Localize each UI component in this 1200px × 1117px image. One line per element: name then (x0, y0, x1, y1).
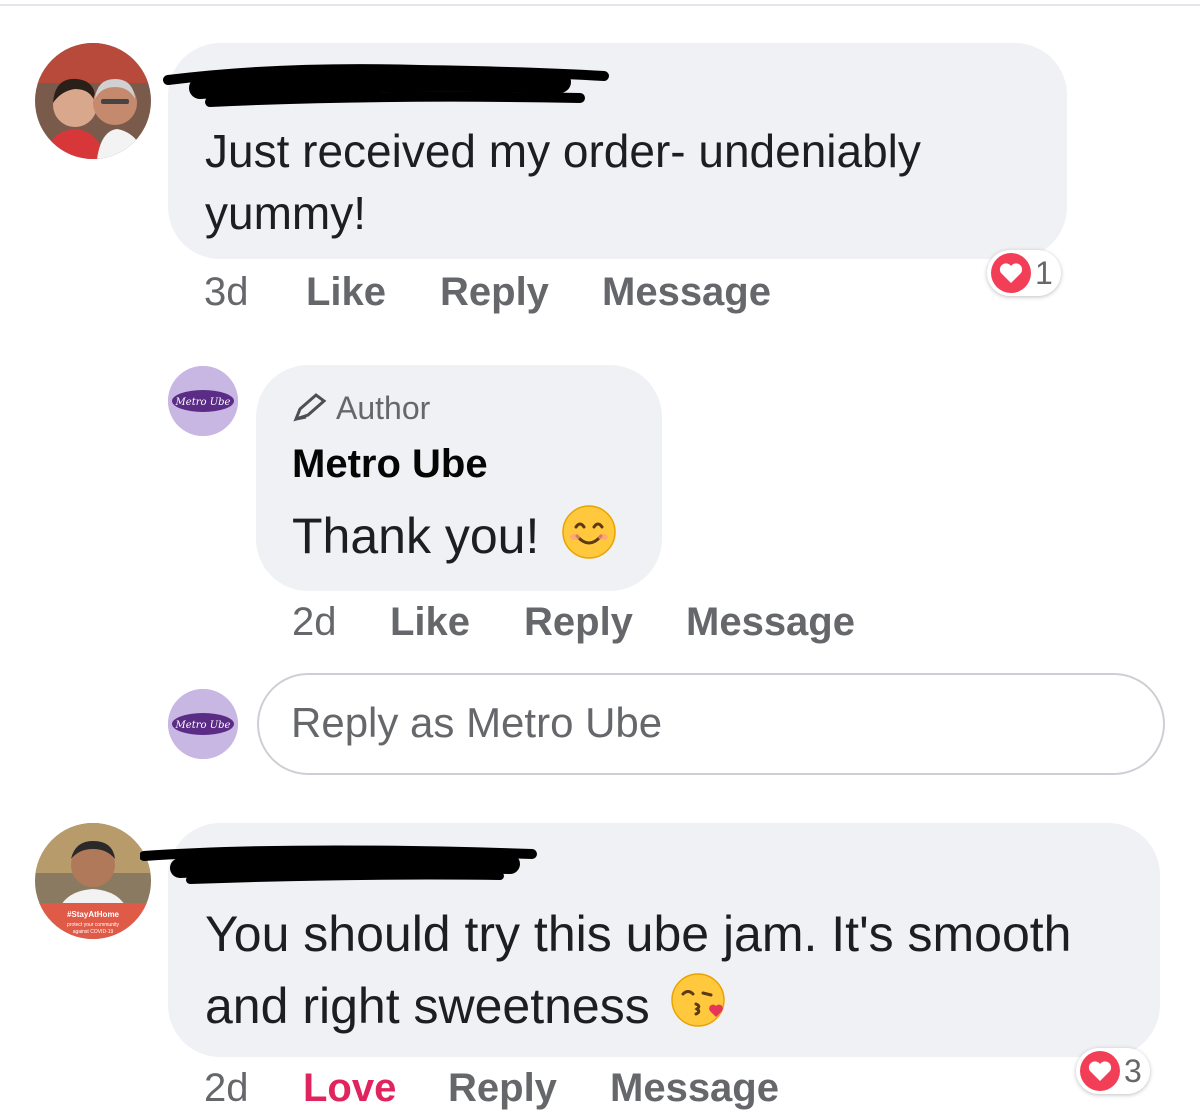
author-name[interactable]: Metro Ube (292, 442, 488, 487)
page-avatar-2: Metro Ube (168, 689, 238, 759)
commenter-avatar-1[interactable] (35, 43, 151, 159)
top-divider (0, 4, 1200, 6)
comment-time-3: 2d (204, 1066, 249, 1110)
page-avatar-1[interactable]: Metro Ube (168, 366, 238, 436)
comment-actions-3: 2d Love Reply Message (0, 1066, 1200, 1116)
stay-home-line3: against COVID-19 (73, 929, 114, 935)
reply-input[interactable]: Reply as Metro Ube (257, 673, 1165, 775)
like-button-2[interactable]: Like (390, 600, 470, 645)
page-logo-text: Metro Ube (175, 397, 231, 408)
comment-text-3-body: You should try this ube jam. It's smooth… (205, 906, 1072, 1034)
comment-time-2: 2d (292, 600, 337, 644)
comment-actions-2: 2d Like Reply Message (0, 600, 1200, 650)
comment-text-1: Just received my order- undeniably yummy… (205, 125, 921, 239)
reaction-count-3: 3 (1124, 1052, 1142, 1089)
heart-icon (991, 253, 1031, 293)
reply-button-1[interactable]: Reply (440, 270, 549, 315)
kissing-face-icon (670, 971, 728, 1048)
comment-text-3: You should try this ube jam. It's smooth… (205, 898, 1145, 1048)
reaction-badge-3[interactable]: 3 (1076, 1048, 1150, 1094)
love-button-3[interactable]: Love (303, 1066, 396, 1111)
message-button-2[interactable]: Message (686, 600, 855, 645)
redacted-name-1 (163, 64, 609, 107)
smiling-face-icon (561, 504, 617, 575)
redacted-name-2 (140, 845, 537, 884)
reaction-count-1: 1 (1035, 254, 1053, 291)
heart-icon (1080, 1051, 1120, 1091)
comment-time-1: 3d (204, 270, 249, 314)
message-button-3[interactable]: Message (610, 1066, 779, 1111)
message-button-1[interactable]: Message (602, 270, 771, 315)
like-button-1[interactable]: Like (306, 270, 386, 315)
author-badge: Author (292, 390, 430, 431)
stay-home-line1: #StayAtHome (67, 910, 120, 919)
reaction-badge-1[interactable]: 1 (987, 250, 1061, 296)
comment-text-2-body: Thank you! (292, 508, 540, 564)
author-badge-label: Author (336, 390, 431, 426)
page-logo-text-2: Metro Ube (175, 720, 231, 731)
reply-button-2[interactable]: Reply (524, 600, 633, 645)
pencil-icon (292, 391, 328, 431)
stay-home-line2: protect your community (67, 922, 119, 928)
comment-text-2: Thank you! (292, 504, 617, 575)
commenter-avatar-2[interactable]: #StayAtHome protect your community again… (35, 823, 151, 939)
reply-button-3[interactable]: Reply (448, 1066, 557, 1111)
